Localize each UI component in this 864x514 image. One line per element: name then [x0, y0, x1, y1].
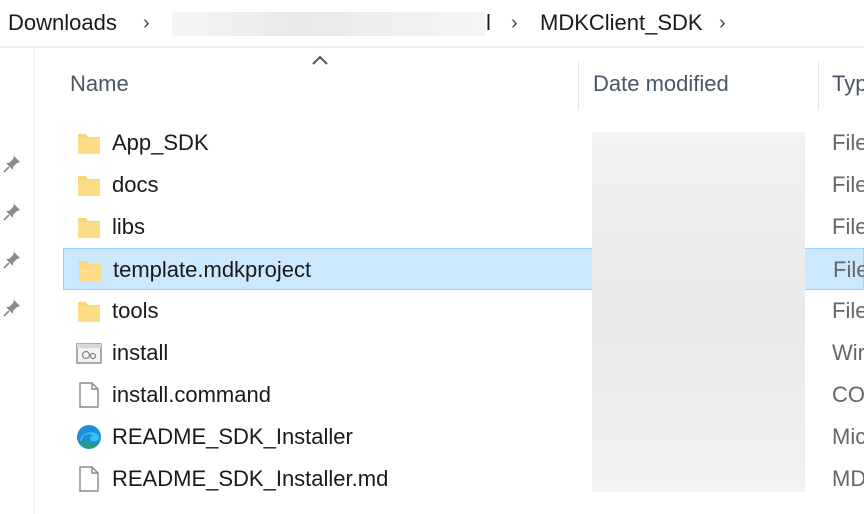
- breadcrumb-item-parent[interactable]: l: [486, 8, 491, 38]
- file-type: CO: [832, 382, 864, 407]
- file-name: README_SDK_Installer.md: [112, 466, 389, 491]
- file-type: MD: [832, 466, 864, 491]
- file-type: File: [832, 130, 864, 155]
- column-header-name[interactable]: Name: [70, 58, 129, 110]
- file-name: App_SDK: [112, 130, 209, 155]
- folder-icon: [75, 129, 103, 157]
- navigation-pane-edge: [0, 48, 35, 514]
- folder-icon: [76, 256, 104, 284]
- sort-ascending-icon[interactable]: [309, 52, 331, 68]
- file-type: Mic: [832, 424, 864, 449]
- edge-icon: [75, 423, 103, 451]
- file-type: File: [832, 298, 864, 323]
- breadcrumb-item-downloads[interactable]: Downloads: [8, 8, 117, 38]
- file-type: File: [832, 214, 864, 239]
- pin-icon[interactable]: [1, 297, 25, 319]
- document-icon: [75, 381, 103, 409]
- redacted-date-column: [592, 132, 805, 492]
- breadcrumb: Downloads › l › MDKClient_SDK ›: [0, 0, 864, 48]
- pin-icon[interactable]: [1, 153, 25, 175]
- breadcrumb-item-mdkclient-sdk[interactable]: MDKClient_SDK: [540, 8, 703, 38]
- breadcrumb-chevron-icon[interactable]: ›: [143, 8, 150, 38]
- script-icon: [75, 339, 103, 367]
- column-divider[interactable]: [818, 62, 819, 110]
- folder-icon: [75, 297, 103, 325]
- file-type: Wir: [832, 340, 864, 365]
- file-type: File: [833, 257, 864, 282]
- column-divider[interactable]: [578, 62, 579, 110]
- folder-icon: [75, 171, 103, 199]
- file-type: File: [832, 172, 864, 197]
- breadcrumb-chevron-icon[interactable]: ›: [719, 8, 726, 38]
- file-name: tools: [112, 298, 159, 323]
- file-name: install: [112, 340, 169, 365]
- file-name: docs: [112, 172, 159, 197]
- pin-icon[interactable]: [1, 201, 25, 223]
- column-header-date-modified[interactable]: Date modified: [593, 58, 729, 110]
- pin-icon[interactable]: [1, 249, 25, 271]
- folder-icon: [75, 213, 103, 241]
- file-name: README_SDK_Installer: [112, 424, 353, 449]
- column-header-type[interactable]: Typ: [832, 58, 864, 110]
- file-name: template.mdkproject: [113, 257, 312, 282]
- breadcrumb-chevron-icon[interactable]: ›: [511, 8, 518, 38]
- document-icon: [75, 465, 103, 493]
- file-name: install.command: [112, 382, 271, 407]
- file-name: libs: [112, 214, 146, 239]
- redacted-path-segment: [172, 12, 485, 36]
